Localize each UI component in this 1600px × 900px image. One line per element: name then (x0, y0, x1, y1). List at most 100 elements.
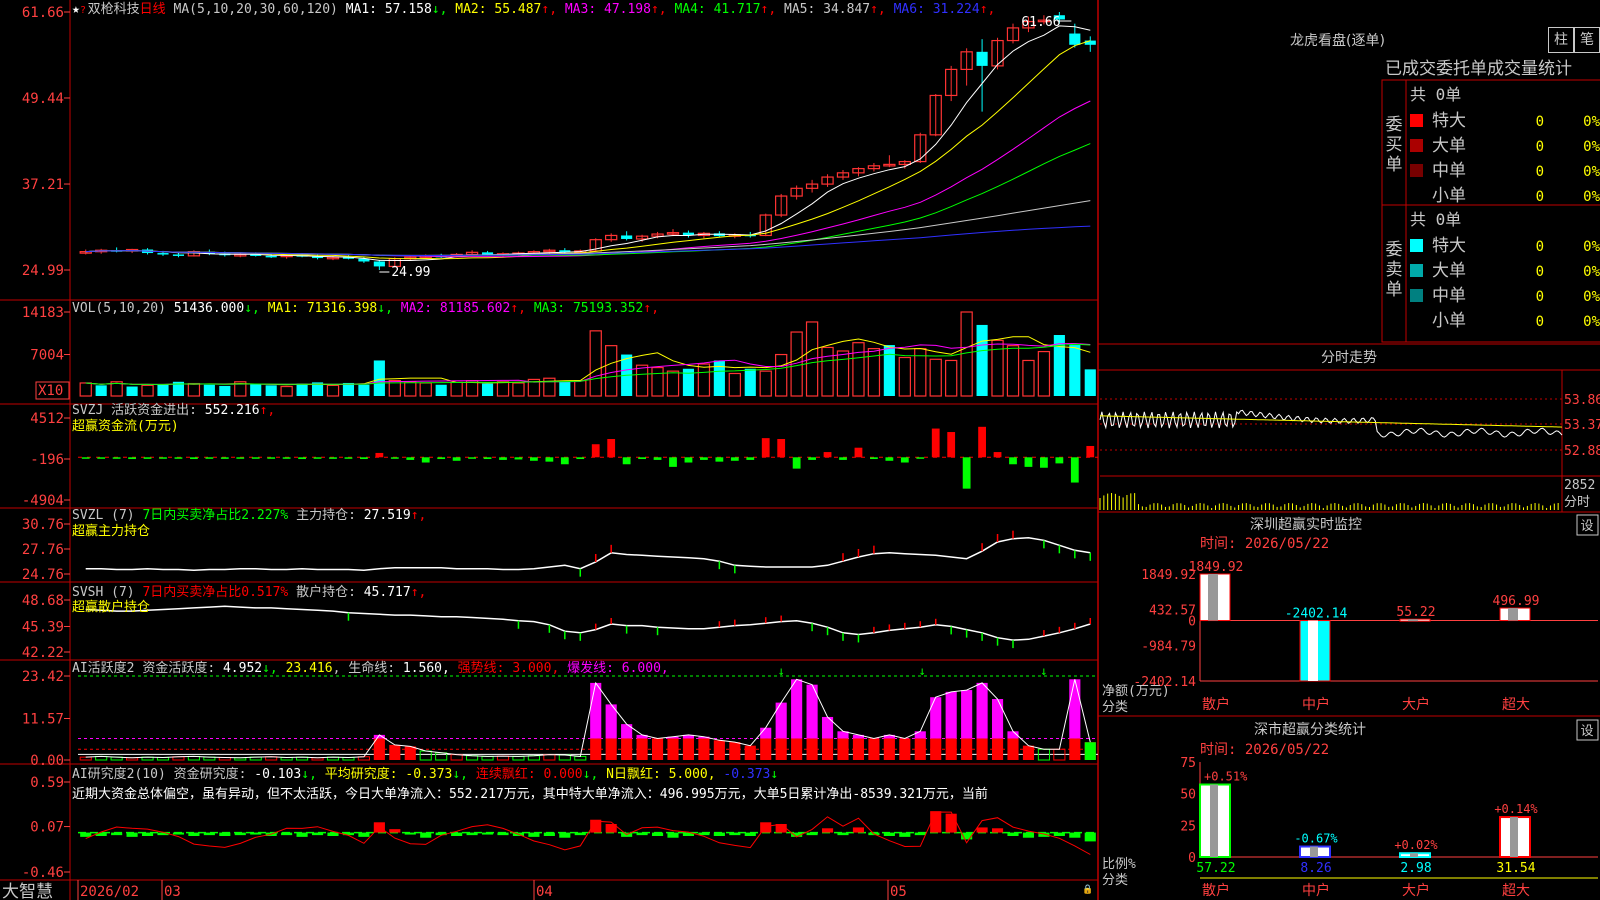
fund-flow-bar (267, 457, 276, 459)
research-bar (930, 811, 942, 833)
volume-bar (79, 382, 92, 397)
main-y-tick: 37.21 (22, 177, 64, 193)
ai2-header: AI研究度2(10) 资金研究度: -0.103↓, 平均研究度: -0.373… (72, 766, 778, 782)
bar-mode-button[interactable]: 柱 (1548, 27, 1574, 53)
volume-bar (358, 384, 370, 396)
fund-flow-bar (437, 457, 446, 460)
research-bar (327, 832, 339, 836)
activity-bar-burst (976, 682, 988, 739)
fund-flow-bar (839, 457, 847, 460)
fund-flow-bar (236, 457, 245, 459)
activity-bar-strong (605, 738, 617, 760)
fund-flow-bar (808, 457, 816, 460)
fund-flow-bar (900, 457, 909, 463)
research-bar (574, 832, 586, 836)
fund-flow-bar (1055, 457, 1064, 464)
activity-bar-strong (961, 738, 973, 760)
research-bar (883, 832, 895, 836)
fund-flow-bar (220, 457, 229, 459)
main-holding-line (85, 537, 1091, 572)
svzl-subtitle: 超赢主力持仓 (72, 523, 150, 539)
research-bar (172, 832, 185, 835)
signal-arrow-icon: ↓ (1040, 664, 1047, 678)
activity-bar-strong (791, 738, 803, 760)
activity-bar (419, 750, 432, 761)
volume-bar (976, 324, 988, 396)
fund-flow-bar (777, 439, 786, 458)
research-bar (651, 832, 664, 836)
svzj-header: SVZJ 活跃资金进出: 552.216↑, (72, 402, 275, 418)
fund-flow-bar (190, 457, 198, 460)
ma-line-4 (85, 143, 1091, 257)
volume-bar (219, 385, 231, 396)
activity-bar-strong (682, 738, 695, 760)
fund-flow-bar (1024, 457, 1033, 467)
signal-arrow-icon: ↓ (919, 664, 926, 678)
high-price-label: 61.66 (1021, 15, 1060, 30)
lock-icon: 🔒 (1082, 884, 1093, 895)
fund-flow-bar (560, 457, 569, 465)
svsh-subtitle: 超赢散户持仓 (72, 599, 150, 615)
svsh-y-tick: 48.68 (22, 593, 64, 609)
research-bar (806, 832, 818, 836)
research-bar (744, 832, 756, 836)
low-price-label: 24.99 (391, 265, 430, 280)
research-bar (95, 832, 107, 836)
fund-flow-bar (406, 457, 415, 460)
research-bar (1069, 832, 1081, 838)
fund-flow-bar (684, 457, 693, 463)
research-bar (636, 832, 648, 836)
research-bar (281, 832, 293, 836)
research-bar (852, 827, 865, 833)
fund-flow-bar (854, 447, 863, 458)
research-bar (945, 813, 957, 833)
activity-bar-burst (590, 682, 602, 739)
research-bar (141, 832, 154, 836)
activity-bar-strong (930, 738, 942, 760)
fund-flow-bar (514, 457, 523, 460)
activity-bar-strong (899, 738, 911, 760)
volume-bar (728, 372, 741, 397)
ai2-y-tick: 0.59 (30, 775, 64, 791)
fund-flow-bar (885, 457, 894, 461)
fund-flow-bar (97, 457, 106, 459)
research-bar (203, 832, 215, 836)
volume-bar (187, 382, 201, 397)
fund-flow-bar (499, 457, 507, 460)
research-bar (250, 832, 262, 835)
fund-flow-bar (174, 457, 183, 459)
research-bar (1022, 832, 1035, 838)
fund-flow-bar (390, 457, 399, 459)
activity-bar-burst (914, 731, 926, 739)
activity-bar-strong (621, 738, 633, 760)
candle-body-down (373, 261, 385, 267)
activity-bar-burst (760, 727, 772, 739)
tick-mode-button[interactable]: 笔 (1574, 27, 1600, 53)
vol-unit-label: X10 (38, 383, 63, 399)
research-bar (497, 832, 509, 836)
activity-bar-strong (976, 738, 988, 760)
ai1-y-tick: 0.00 (30, 753, 64, 769)
ma-line-3 (85, 100, 1091, 258)
vol-ma-line (85, 342, 1091, 385)
research-bar (729, 832, 741, 836)
research-bar (234, 832, 246, 836)
fund-flow-bar (468, 457, 476, 459)
volume-bar (280, 385, 293, 397)
research-bar (667, 832, 679, 838)
activity-bar (481, 755, 494, 761)
research-bar (543, 832, 555, 836)
research-bar (899, 832, 911, 837)
activity-bar-strong (713, 740, 725, 760)
fund-flow-bar (715, 457, 724, 462)
fund-flow-bar (128, 457, 136, 460)
fund-flow-bar (962, 457, 971, 489)
main-y-tick: 24.99 (22, 263, 64, 279)
activity-bar-strong (1007, 738, 1019, 760)
activity-bar-strong (914, 738, 926, 760)
volume-bar (126, 386, 138, 396)
fund-flow-bar (1040, 457, 1048, 468)
ma-line-5 (85, 200, 1091, 256)
svzj-y-tick: -196 (30, 452, 64, 468)
volume-bar (450, 381, 463, 397)
